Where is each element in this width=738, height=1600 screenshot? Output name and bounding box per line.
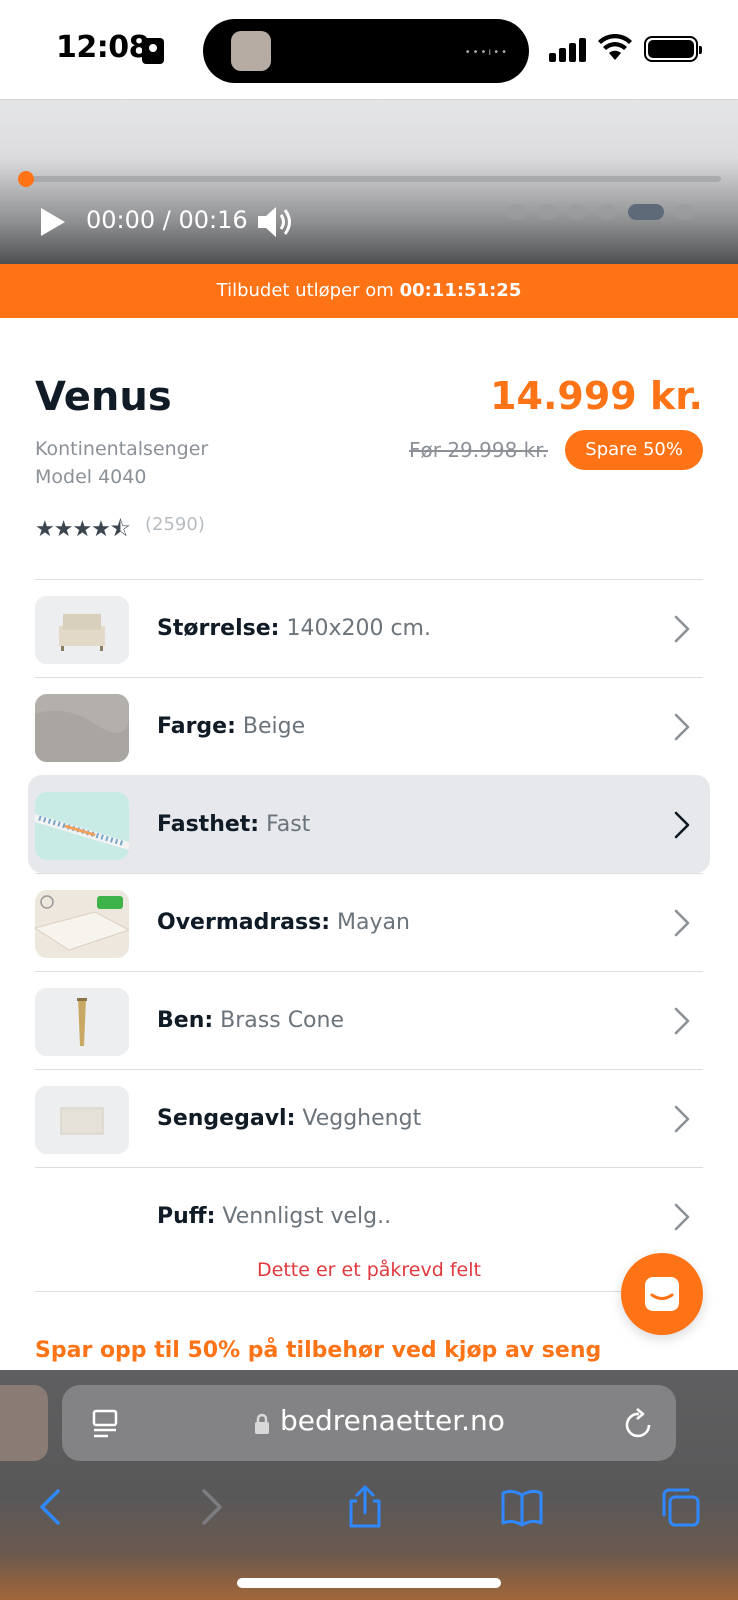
rating-count: (2590) — [145, 514, 205, 535]
video-time: 00:00 / 00:16 — [86, 206, 248, 234]
audio-wave-icon: •••ı•• — [464, 47, 509, 58]
product-price: 14.999 kr. — [490, 374, 703, 418]
option-label: Størrelse: — [157, 616, 280, 641]
reader-mode-icon[interactable] — [92, 1409, 118, 1439]
option-value: Vennligst velg.. — [222, 1204, 392, 1229]
battery-icon — [644, 36, 702, 62]
option-label: Ben: — [157, 1008, 214, 1033]
cellular-signal-icon — [549, 36, 589, 62]
required-field-error: Dette er et påkrevd felt — [257, 1259, 481, 1281]
previous-tab-preview[interactable] — [0, 1385, 48, 1461]
chat-icon — [645, 1277, 679, 1311]
option-value: 140x200 cm. — [286, 616, 431, 641]
product-category: Kontinentalsenger — [35, 438, 209, 460]
option-value: Brass Cone — [220, 1008, 344, 1033]
reload-icon[interactable] — [624, 1407, 654, 1439]
save-badge: Spare 50% — [565, 430, 703, 470]
option-row[interactable]: Fasthet: Fast — [28, 775, 710, 873]
bookmarks-icon[interactable] — [500, 1485, 544, 1529]
divider — [35, 1291, 703, 1292]
option-label: Puff: — [157, 1204, 216, 1229]
topper-thumbnail — [35, 890, 129, 958]
offer-countdown: 00:11:51:25 — [399, 280, 522, 301]
chevron-right-icon — [674, 909, 690, 937]
status-time: 12:08 — [56, 30, 150, 65]
chevron-right-icon — [674, 811, 690, 839]
play-icon[interactable] — [38, 206, 68, 238]
tabs-icon[interactable] — [658, 1485, 702, 1529]
carousel-dot[interactable] — [538, 204, 556, 220]
option-value: Mayan — [337, 910, 410, 935]
option-label: Farge: — [157, 714, 236, 739]
option-text: Overmadrass: Mayan — [157, 874, 410, 972]
lock-icon — [255, 1413, 269, 1434]
chevron-right-icon — [674, 1105, 690, 1133]
option-label: Sengegavl: — [157, 1106, 296, 1131]
option-label: Fasthet: — [157, 812, 260, 837]
option-row[interactable]: Størrelse: 140x200 cm. — [35, 579, 703, 677]
chat-button[interactable] — [621, 1253, 703, 1335]
address-bar[interactable]: bedrenaetter.no — [62, 1385, 676, 1461]
headboard-thumbnail — [35, 1086, 129, 1154]
product-video[interactable]: 00:00 / 00:16 — [0, 100, 738, 264]
live-activity-app-icon — [231, 31, 271, 71]
browser-toolbar: bedrenaetter.no — [0, 1370, 738, 1600]
chevron-right-icon — [674, 615, 690, 643]
back-icon[interactable] — [30, 1485, 74, 1529]
offer-prefix: Tilbudet utløper om — [216, 280, 400, 301]
chevron-right-icon — [674, 713, 690, 741]
volume-icon[interactable] — [256, 204, 296, 240]
home-indicator[interactable] — [237, 1578, 501, 1588]
forward-icon[interactable] — [188, 1485, 232, 1529]
option-label: Overmadrass: — [157, 910, 331, 935]
chevron-right-icon — [674, 1007, 690, 1035]
carousel-dot[interactable] — [568, 204, 586, 220]
status-bar: 12:08 •••ı•• — [0, 0, 738, 100]
video-progress-thumb[interactable] — [18, 171, 34, 187]
carousel-dot[interactable] — [628, 204, 664, 220]
option-row[interactable]: Ben: Brass Cone — [35, 971, 703, 1069]
option-value: Vegghengt — [302, 1106, 422, 1131]
dynamic-island: •••ı•• — [203, 19, 529, 83]
fabric-swatch — [35, 694, 129, 762]
wifi-icon — [598, 34, 632, 60]
carousel-dot[interactable] — [676, 204, 694, 220]
option-row[interactable]: Farge: Beige — [35, 677, 703, 775]
product-name: Venus — [35, 374, 172, 420]
carousel-dot[interactable] — [598, 204, 616, 220]
option-text: Farge: Beige — [157, 678, 305, 776]
option-text: Ben: Brass Cone — [157, 972, 344, 1070]
share-icon[interactable] — [343, 1485, 387, 1529]
bed-leg-thumbnail — [35, 988, 129, 1056]
option-value: Beige — [242, 714, 306, 739]
option-value: Fast — [266, 812, 311, 837]
rating-stars-icon: ★★★★⯪ — [35, 517, 131, 542]
carousel-dot[interactable] — [508, 204, 526, 220]
product-model: Model 4040 — [35, 466, 147, 488]
option-row[interactable]: Overmadrass: Mayan — [35, 873, 703, 971]
mattress-spring-thumbnail — [35, 792, 129, 860]
bed-thumbnail — [35, 596, 129, 664]
option-text: Sengegavl: Vegghengt — [157, 1070, 421, 1168]
accessory-promo[interactable]: Spar opp til 50% på tilbehør ved kjøp av… — [35, 1338, 601, 1363]
chevron-right-icon — [674, 1203, 690, 1231]
option-text: Puff: Vennligst velg.. — [157, 1168, 391, 1266]
offer-countdown-banner: Tilbudet utløper om 00:11:51:25 — [0, 264, 738, 318]
video-progress-bar[interactable] — [26, 176, 721, 182]
option-text: Fasthet: Fast — [157, 776, 310, 874]
url-text: bedrenaetter.no — [280, 1404, 505, 1437]
option-text: Størrelse: 140x200 cm. — [157, 580, 431, 678]
old-price: Før 29.998 kr. — [409, 438, 548, 462]
contact-card-icon — [142, 38, 164, 64]
option-row[interactable]: Sengegavl: Vegghengt — [35, 1069, 703, 1167]
product-options-list: Størrelse: 140x200 cm. Farge: Beige Fasthe… — [28, 579, 710, 1287]
